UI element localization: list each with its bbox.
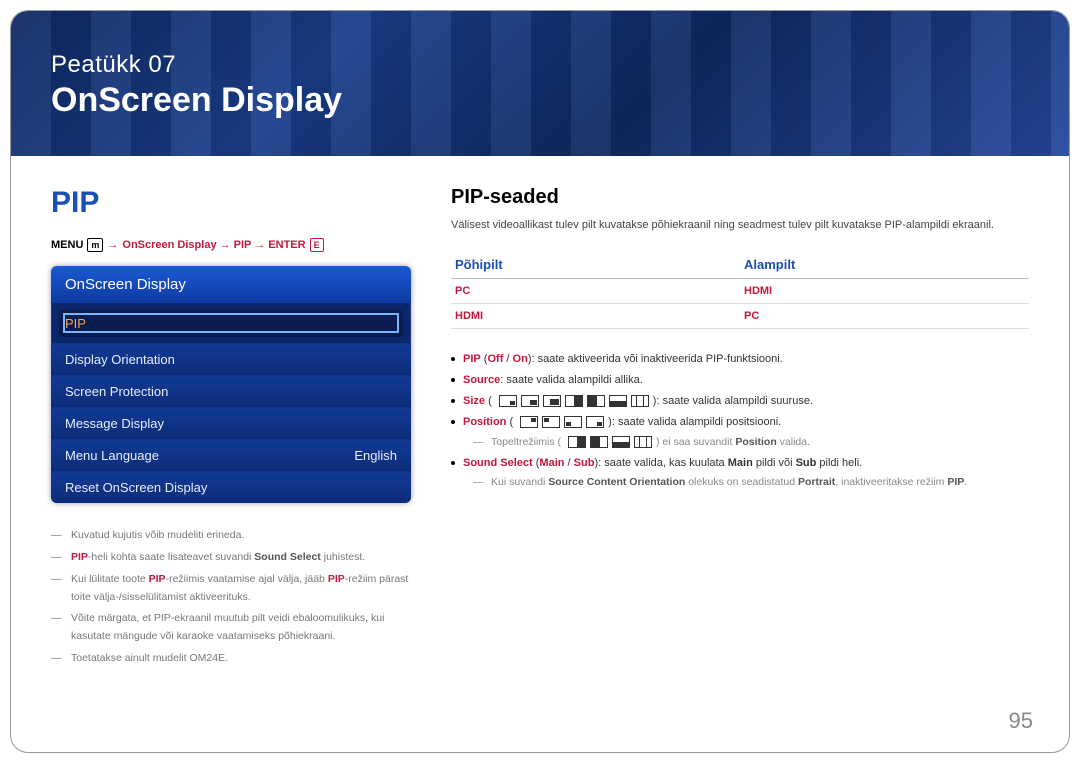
mode-icon [568,436,586,448]
footnotes: ―Kuvatud kujutis võib mudeliti erineda. … [51,527,411,668]
size-icon [543,395,561,407]
footnote: ―Võite märgata, et PIP-ekraanil muutub p… [51,610,411,646]
bullet-orientation-sub: ― Kui suvandi Source Content Orientation… [451,473,1029,493]
bullet-position: Position ( ): saate valida alampildi pos… [451,412,1029,433]
size-icon [499,395,517,407]
bullet-source: Source: saate valida alampildi allika. [451,370,1029,391]
intro-text: Välisest videoallikast tulev pilt kuvata… [451,219,1029,231]
content-area: PIP MENU m → OnScreen Display → PIP → EN… [11,156,1069,672]
osd-item-label: Message Display [65,416,164,431]
breadcrumb-menu: MENU [51,239,83,251]
size-icon [631,395,649,407]
chapter-title: OnScreen Display [51,81,1029,120]
dual-mode-icons [568,436,652,448]
bullet-pip: PIP (Off / On): saate aktiveerida või in… [451,349,1029,370]
osd-item-label: Screen Protection [65,384,168,399]
bullet-position-sub: ― Topeltrežiimis ( ) ei saa suvandit Pos… [451,433,1029,453]
bullet-list: PIP (Off / On): saate aktiveerida või in… [451,349,1029,493]
position-icon [520,416,538,428]
osd-item-screen-protection[interactable]: Screen Protection [51,375,411,407]
breadcrumb-path: OnScreen Display → PIP → ENTER [122,239,305,251]
footnote: ― PIP-heli kohta saate lisateavet suvand… [51,549,411,567]
size-icon [521,395,539,407]
position-icon [564,416,582,428]
size-icon [609,395,627,407]
osd-panel: OnScreen Display PIP Display Orientation… [51,266,411,503]
footnote: ―Kuvatud kujutis võib mudeliti erineda. [51,527,411,545]
osd-item-value: English [354,448,397,463]
table-header: Alampilt [740,251,1029,279]
osd-item-label: Menu Language [65,448,159,463]
left-column: PIP MENU m → OnScreen Display → PIP → EN… [51,186,411,672]
table-cell: HDMI [451,304,740,329]
size-icons [499,395,649,407]
footnote: ― Kui lülitate toote PIP-režiimis vaatam… [51,571,411,607]
table-cell: PC [451,279,740,304]
size-icon [565,395,583,407]
osd-item-display-orientation[interactable]: Display Orientation [51,343,411,375]
right-column: PIP-seaded Välisest videoallikast tulev … [451,186,1029,672]
page-number: 95 [1009,708,1033,734]
size-icon [587,395,605,407]
table-cell: PC [740,304,1029,329]
bullet-sound: Sound Select (Main / Sub): saate valida,… [451,453,1029,474]
menu-icon: m [87,238,103,252]
footnote: ―Toetatakse ainult mudelit OM24E. [51,650,411,668]
chapter-header: Peatükk 07 OnScreen Display [11,11,1069,156]
mode-icon [634,436,652,448]
position-icon [542,416,560,428]
section-heading: PIP [51,186,411,220]
table-cell: HDMI [740,279,1029,304]
osd-title: OnScreen Display [51,266,411,303]
osd-item-label: PIP [65,316,86,331]
table-header: Põhipilt [451,251,740,279]
mode-icon [590,436,608,448]
osd-item-pip[interactable]: PIP [59,309,403,337]
mode-icon [612,436,630,448]
osd-item-label: Display Orientation [65,352,175,367]
bullet-size: Size ( ): saate valida alampildi suuruse… [451,391,1029,412]
osd-item-reset[interactable]: Reset OnScreen Display [51,471,411,503]
breadcrumb-arrow: → [107,239,118,251]
osd-item-menu-language[interactable]: Menu Language English [51,439,411,471]
osd-item-label: Reset OnScreen Display [65,480,207,495]
subsection-heading: PIP-seaded [451,186,1029,209]
page-frame: Peatükk 07 OnScreen Display PIP MENU m →… [10,10,1070,753]
position-icon [586,416,604,428]
position-icons [520,416,604,428]
osd-item-message-display[interactable]: Message Display [51,407,411,439]
enter-icon: E [310,238,324,252]
chapter-prefix: Peatükk 07 [51,51,1029,79]
pip-table: Põhipilt Alampilt PC HDMI HDMI PC [451,251,1029,329]
breadcrumb: MENU m → OnScreen Display → PIP → ENTER … [51,238,411,252]
